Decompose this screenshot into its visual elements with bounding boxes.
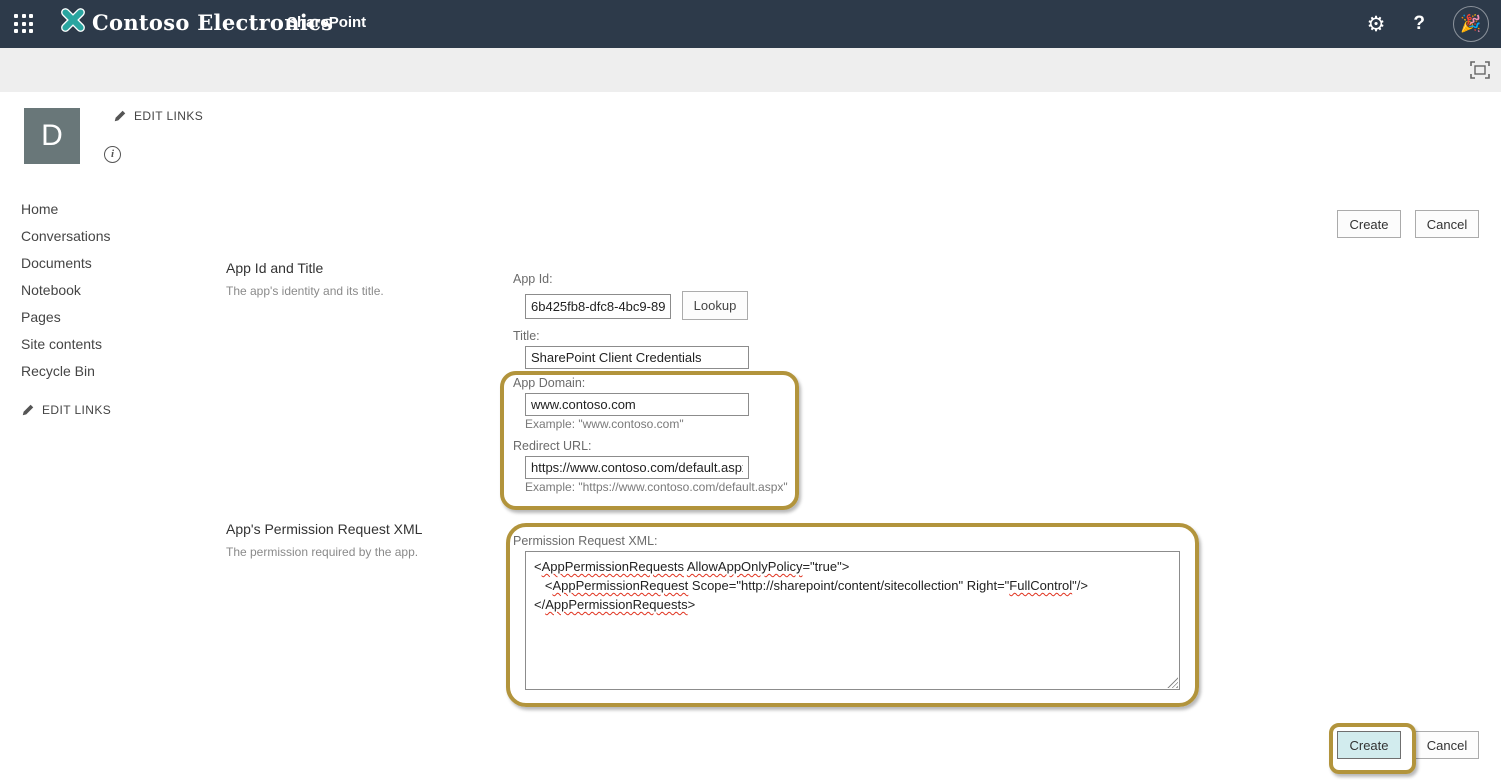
cancel-button-bottom[interactable]: Cancel <box>1415 731 1479 759</box>
sidebar-item-conversations[interactable]: Conversations <box>21 223 111 250</box>
sidebar-item-documents[interactable]: Documents <box>21 250 111 277</box>
site-logo-tile[interactable]: D <box>24 108 80 164</box>
command-bar <box>0 48 1501 92</box>
help-icon[interactable]: ? <box>1413 13 1425 35</box>
title-input[interactable] <box>525 346 749 369</box>
cancel-button-top[interactable]: Cancel <box>1415 210 1479 238</box>
section-title-identity: App Id and Title <box>226 260 323 276</box>
pencil-icon <box>113 109 127 123</box>
lookup-button[interactable]: Lookup <box>682 291 748 320</box>
app-id-label: App Id: <box>513 272 553 286</box>
app-domain-input[interactable] <box>525 393 749 416</box>
appregnew-page: Contoso Electronics SharePoint ⚙ ? 🎉 D E… <box>0 0 1501 780</box>
app-id-input[interactable] <box>525 294 671 319</box>
redirect-url-example: Example: "https://www.contoso.com/defaul… <box>525 480 788 494</box>
settings-gear-icon[interactable]: ⚙ <box>1367 14 1386 35</box>
app-launcher-icon[interactable] <box>14 14 34 34</box>
sidebar-item-site-contents[interactable]: Site contents <box>21 331 111 358</box>
contoso-logo-icon <box>60 7 86 38</box>
create-button-top[interactable]: Create <box>1337 210 1401 238</box>
app-domain-label: App Domain: <box>513 376 585 390</box>
edit-links-label: EDIT LINKS <box>134 109 203 123</box>
permission-xml-label: Permission Request XML: <box>513 534 658 548</box>
edit-links-top[interactable]: EDIT LINKS <box>113 109 203 123</box>
section-desc-identity: The app's identity and its title. <box>226 284 384 298</box>
product-name: SharePoint <box>287 14 366 31</box>
sidebar-item-home[interactable]: Home <box>21 196 111 223</box>
section-title-permissions: App's Permission Request XML <box>226 521 422 537</box>
sidebar-item-pages[interactable]: Pages <box>21 304 111 331</box>
permission-xml-textarea[interactable]: <AppPermissionRequests AllowAppOnlyPolic… <box>525 551 1180 690</box>
user-avatar[interactable]: 🎉 <box>1453 6 1489 42</box>
redirect-url-input[interactable] <box>525 456 749 479</box>
section-desc-permissions: The permission required by the app. <box>226 545 418 559</box>
app-domain-example: Example: "www.contoso.com" <box>525 417 684 431</box>
edit-links-bottom[interactable]: EDIT LINKS <box>21 403 111 417</box>
resize-grip[interactable] <box>1167 677 1178 688</box>
focus-mode-icon[interactable] <box>1470 61 1490 79</box>
left-navigation: Home Conversations Documents Notebook Pa… <box>21 196 111 385</box>
edit-links-label: EDIT LINKS <box>42 403 111 417</box>
sidebar-item-notebook[interactable]: Notebook <box>21 277 111 304</box>
pencil-icon <box>21 403 35 417</box>
redirect-url-label: Redirect URL: <box>513 439 592 453</box>
title-label: Title: <box>513 329 540 343</box>
sidebar-item-recycle-bin[interactable]: Recycle Bin <box>21 358 111 385</box>
permission-xml-content: <AppPermissionRequests AllowAppOnlyPolic… <box>534 557 1171 614</box>
info-icon[interactable]: i <box>104 146 121 163</box>
create-button-bottom[interactable]: Create <box>1337 731 1401 759</box>
suite-bar: Contoso Electronics SharePoint ⚙ ? 🎉 <box>0 0 1501 48</box>
